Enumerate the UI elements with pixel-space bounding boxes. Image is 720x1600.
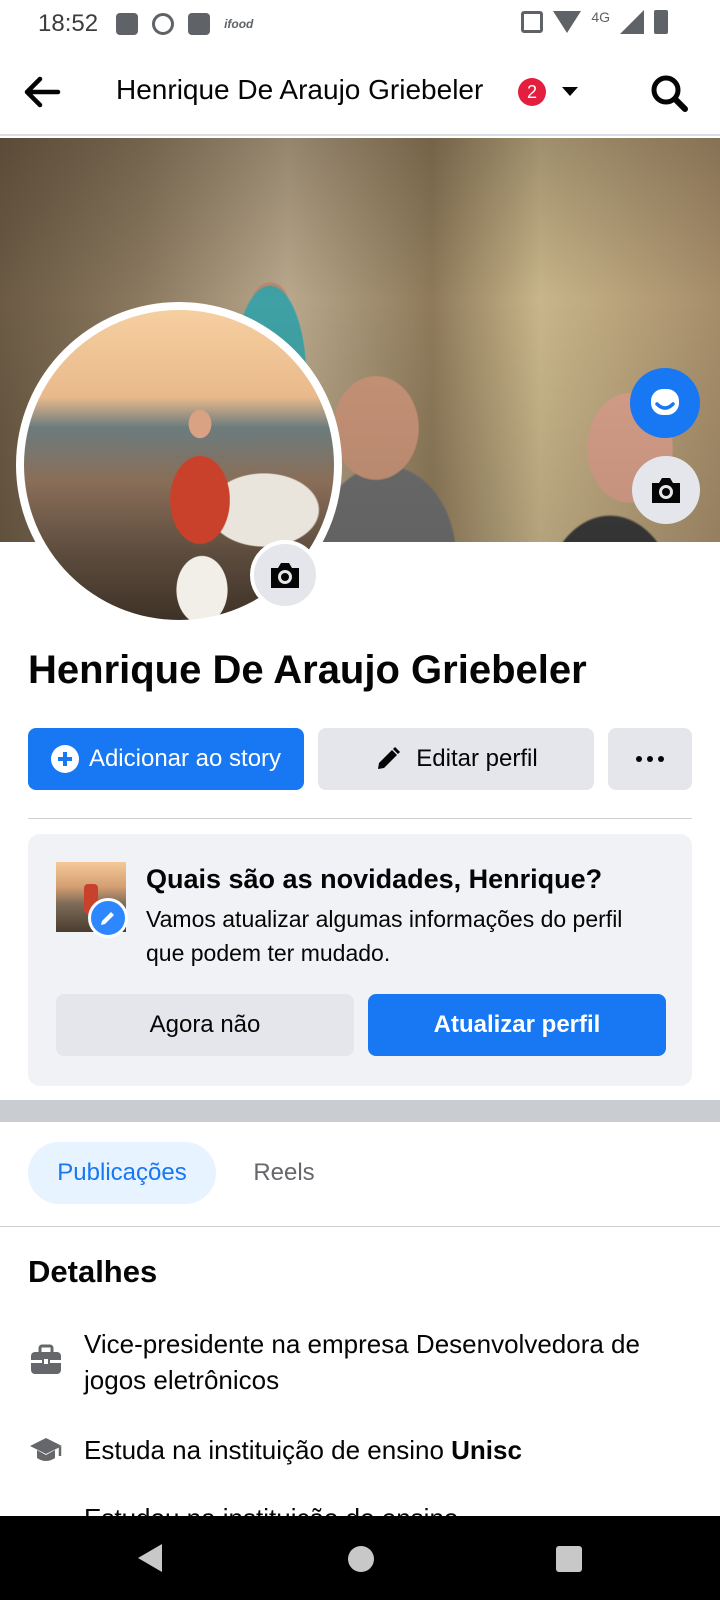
nav-recents-icon[interactable] (556, 1546, 582, 1572)
detail-study-text: Estuda na instituição de ensino Unisc (84, 1432, 684, 1468)
wifi-icon (553, 11, 582, 33)
detail-study-prefix: Estuda na instituição de ensino (84, 1435, 452, 1465)
briefcase-icon (31, 1344, 61, 1374)
section-separator (0, 1100, 720, 1122)
prompt-body: Vamos atualizar algumas informações do p… (146, 906, 623, 966)
search-icon (651, 75, 688, 112)
battery-icon (654, 10, 668, 34)
tab-posts[interactable]: Publicações (28, 1142, 216, 1204)
search-button[interactable] (648, 72, 690, 114)
cover-camera-button[interactable] (632, 456, 700, 524)
not-now-button[interactable]: Agora não (56, 994, 354, 1056)
profile-update-prompt: Quais são as novidades, Henrique? Vamos … (28, 834, 692, 1086)
page-title[interactable]: Henrique De Araujo Griebeler (116, 74, 483, 106)
chevron-down-icon[interactable] (562, 87, 578, 96)
edit-profile-label: Editar perfil (416, 745, 538, 772)
profile-actions: Adicionar ao story Editar perfil (28, 728, 692, 790)
status-indicators: 4G (521, 9, 668, 34)
tab-reels[interactable]: Reels (236, 1142, 332, 1204)
divider (28, 818, 692, 819)
camera-icon (652, 478, 680, 503)
pencil-icon (101, 912, 114, 925)
whatsapp-icon (152, 13, 175, 35)
status-time: 18:52 (38, 10, 99, 37)
pencil-badge (88, 898, 128, 938)
graduation-cap-icon (30, 1438, 62, 1461)
more-dots-icon (636, 756, 664, 762)
vibrate-icon (521, 11, 544, 33)
pencil-icon (378, 746, 401, 769)
nav-back-icon[interactable] (138, 1544, 162, 1572)
detail-work-text: Vice-presidente na empresa Desenvolvedor… (84, 1329, 640, 1395)
messenger-icon (651, 389, 679, 415)
notification-badge: 2 (518, 78, 546, 106)
messenger-button[interactable] (630, 368, 700, 438)
ifood-icon: ifood (224, 17, 254, 31)
gallery-icon (116, 13, 139, 35)
avatar-camera-button[interactable] (250, 540, 320, 610)
network-type: 4G (591, 9, 610, 25)
detail-study-school[interactable]: Unisc (451, 1435, 522, 1465)
more-options-button[interactable] (608, 728, 692, 790)
status-bar: 18:52 ifood 4G (0, 0, 720, 48)
tabs-divider (0, 1226, 720, 1227)
back-button[interactable] (20, 70, 64, 114)
plus-circle-icon (50, 745, 79, 773)
app-bar: Henrique De Araujo Griebeler 2 (0, 48, 720, 136)
prompt-title: Quais são as novidades, Henrique? (146, 864, 603, 894)
arrow-left-icon (24, 76, 61, 108)
system-nav-bar (0, 1516, 720, 1600)
details-title: Detalhes (28, 1254, 158, 1289)
camera-icon (271, 563, 299, 588)
profile-name: Henrique De Araujo Griebeler (28, 648, 587, 692)
nav-home-icon[interactable] (348, 1546, 374, 1572)
edit-profile-button[interactable]: Editar perfil (318, 728, 594, 790)
game-icon (188, 13, 211, 35)
add-story-button[interactable]: Adicionar ao story (28, 728, 304, 790)
status-app-icons: ifood (116, 13, 253, 35)
update-profile-button[interactable]: Atualizar perfil (368, 994, 666, 1056)
cell-signal-icon (620, 10, 644, 34)
add-story-label: Adicionar ao story (88, 745, 282, 772)
